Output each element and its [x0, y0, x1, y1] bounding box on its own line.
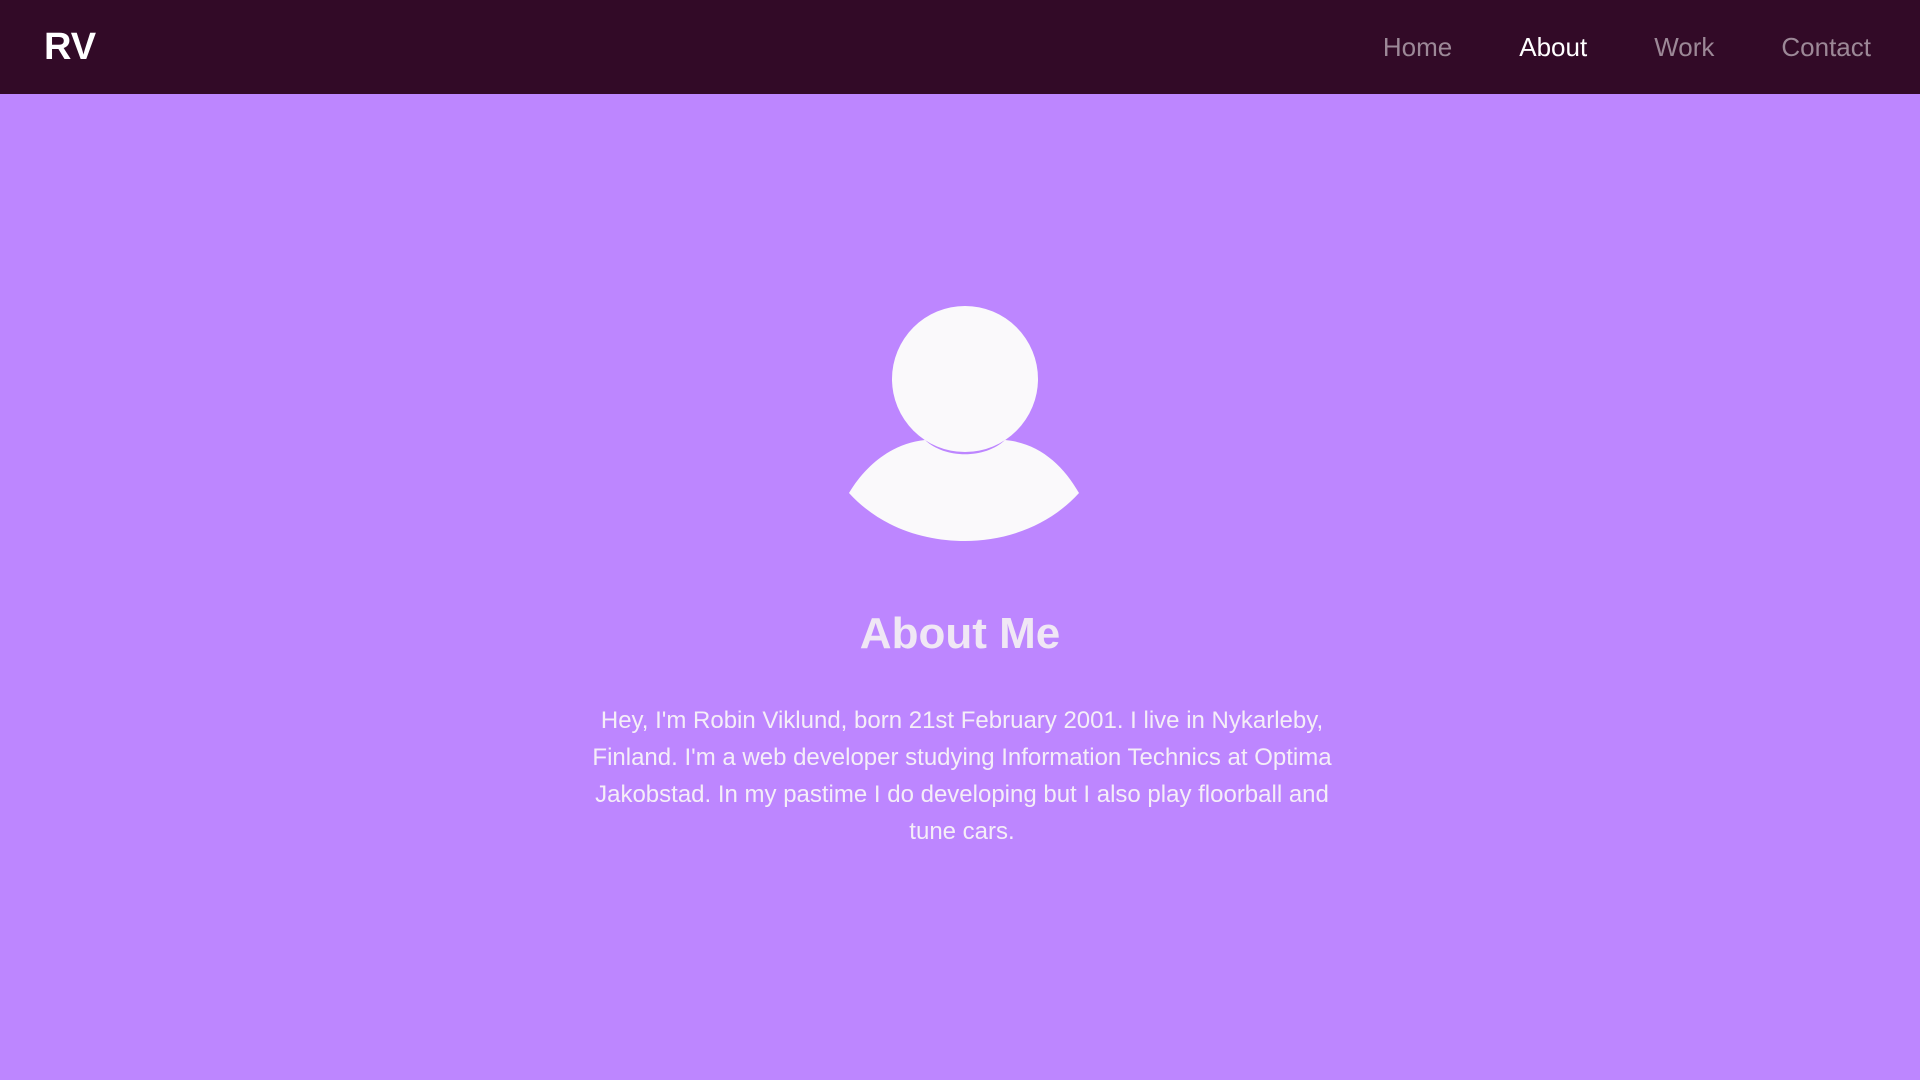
- nav-link-contact[interactable]: Contact: [1781, 32, 1871, 63]
- main-nav: Home About Work Contact: [1383, 0, 1871, 94]
- about-section: [0, 94, 1920, 1080]
- top-navbar: RV Home About Work Contact: [0, 0, 1920, 94]
- page-title: About Me: [859, 609, 1061, 659]
- nav-link-work[interactable]: Work: [1654, 32, 1714, 63]
- avatar-head: [892, 306, 1038, 452]
- brand-logo[interactable]: RV: [44, 0, 96, 94]
- nav-link-home[interactable]: Home: [1383, 32, 1452, 63]
- nav-link-about[interactable]: About: [1519, 32, 1587, 63]
- user-avatar-icon: [849, 306, 1079, 541]
- bio-text: Hey, I'm Robin Viklund, born 21st Februa…: [592, 707, 1332, 845]
- avatar-body: [849, 440, 1079, 541]
